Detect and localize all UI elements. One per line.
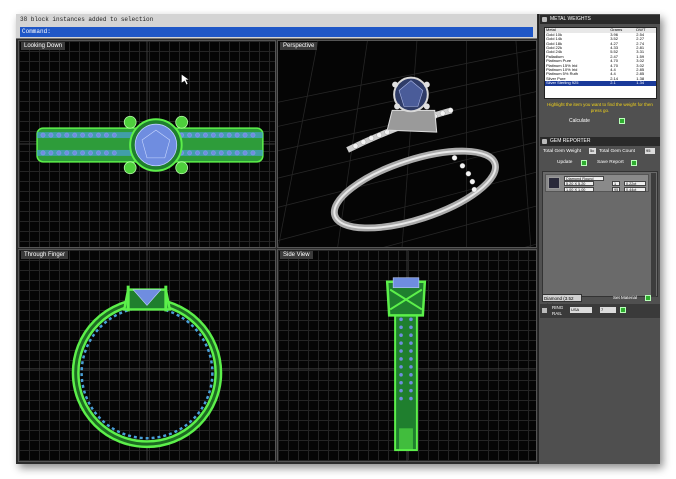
gem-weight: 0.44ct	[624, 187, 646, 192]
table-cell: Silver Sterling 925	[545, 80, 610, 86]
command-history: 38 block instances added to selection	[20, 16, 154, 23]
calculate-button[interactable]	[619, 118, 625, 124]
save-report-label: Save Report	[597, 160, 624, 165]
ring-rail-collapse-icon[interactable]	[542, 308, 547, 313]
total-gem-weight-value: 5c	[589, 148, 596, 154]
viewport-label: Looking Down	[21, 42, 66, 50]
viewport-looking-down[interactable]: Looking Down	[18, 40, 276, 248]
total-gem-weight-label: Total Gem Weight	[543, 149, 582, 154]
total-gem-count-value: 95	[645, 148, 655, 154]
ring-rail-label: RAIL	[552, 311, 563, 316]
ring-size-apply-button[interactable]	[620, 307, 626, 313]
metal-weights-table[interactable]: Metal Grams DWT Gold 10k 3.96 2.54 Gold 14k…	[544, 27, 657, 99]
table-row[interactable]: Silver Sterling 925 2.1 1.34	[545, 80, 656, 86]
set-material-label: Set Material	[613, 295, 638, 300]
gem-thumbnail-icon	[548, 177, 560, 189]
panel-title: METAL WEIGHTS	[550, 16, 591, 22]
side-panel: METAL WEIGHTS Metal Grams DWT Gold 10k 3.…	[538, 14, 660, 464]
update-button[interactable]	[581, 160, 587, 166]
metal-weights-header[interactable]: METAL WEIGHTS	[540, 15, 660, 24]
metal-rows: Gold 10k 3.96 2.54 Gold 14k 3.52 2.27 Gold 18k…	[545, 32, 656, 86]
panel-empty-area	[540, 319, 660, 464]
viewport-perspective[interactable]: Perspective	[277, 40, 537, 248]
save-report-button[interactable]	[631, 160, 637, 166]
viewport-side-view[interactable]: Side View	[277, 249, 537, 462]
panel-collapse-icon[interactable]	[542, 17, 547, 22]
viewport-label: Side View	[280, 251, 313, 259]
table-cell: 1.34	[635, 80, 656, 86]
gem-count: 1	[612, 181, 620, 186]
gem-material-select[interactable]: Diamond (3.52 g/cc)	[542, 294, 582, 308]
gem-size: 1.00 X 1.00	[564, 187, 594, 192]
ring-side-view	[278, 250, 536, 461]
panel-title: GEM REPORTER	[550, 138, 591, 144]
command-input[interactable]: Command:	[20, 27, 533, 37]
viewport-label: Through Finger	[21, 251, 69, 259]
panel-collapse-icon[interactable]	[542, 139, 547, 144]
gem-size: 5.20 X 5.20	[564, 181, 594, 186]
calculate-label: Calculate	[569, 118, 590, 124]
gem-list[interactable]: Diamond Round 5.20 X 5.20 1 0.22ct 1.00 …	[542, 171, 658, 297]
viewport-through-finger[interactable]: Through Finger	[18, 249, 276, 462]
gem-weight: 0.22ct	[624, 181, 646, 186]
weight-hint: Highlight the item you want to find the …	[547, 102, 653, 113]
app-window: 38 block instances added to selection Co…	[16, 14, 660, 464]
perspective-grid	[278, 41, 536, 247]
table-cell: 2.1	[609, 80, 636, 86]
ring-rail-section: RING RAIL USA 7	[540, 304, 660, 318]
gem-list-scrollbar[interactable]	[651, 173, 656, 297]
viewport-label: Perspective	[280, 42, 318, 50]
ring-front-view	[19, 250, 275, 461]
ring-top-view	[19, 41, 275, 247]
update-label: Update	[557, 160, 573, 165]
ring-standard-select[interactable]: USA	[570, 307, 592, 313]
ring-size-select[interactable]: 7	[600, 307, 616, 313]
ring-rail-label: RING	[552, 305, 564, 310]
total-gem-count-label: Total Gem Count	[599, 149, 635, 154]
gem-count: 95	[612, 187, 620, 192]
set-material-button[interactable]	[645, 295, 651, 301]
gem-reporter-header[interactable]: GEM REPORTER	[540, 137, 660, 146]
list-item[interactable]: Diamond Round 5.20 X 5.20 1 0.22ct 1.00 …	[545, 174, 649, 192]
command-area: 38 block instances added to selection Co…	[16, 14, 537, 39]
